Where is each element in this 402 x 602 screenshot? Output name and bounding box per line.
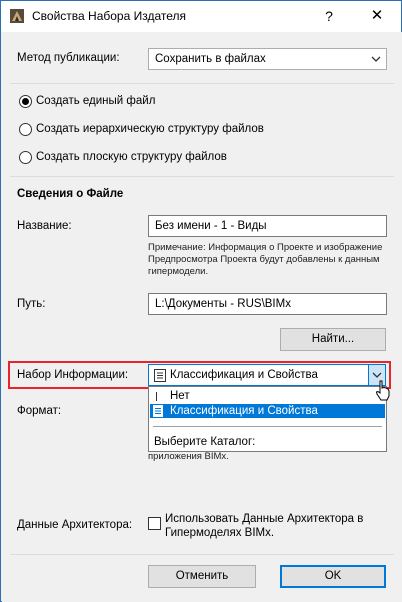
dropdown-item-none-label: Нет [170,390,190,402]
architect-data-text-line-2: Гипермоделях BIMx. [165,527,275,539]
dialog-content: Метод публикации: Сохранить в файлах Соз… [2,32,402,602]
radio-single-file[interactable] [19,95,32,108]
dropdown-item-catalog-label: Выберите Каталог: [154,436,256,448]
architect-data-label: Данные Архитектора: [17,519,133,531]
dropdown-separator [153,426,382,427]
path-label: Путь: [17,298,46,310]
note-line-2: Предпросмотра Проекта будут добавлены к … [148,254,380,265]
note-line-1: Примечание: Информация о Проекте и изобр… [148,242,383,253]
radio-flat[interactable] [19,151,32,164]
file-info-heading: Сведения о Файле [17,188,124,200]
architect-data-checkbox[interactable] [148,517,161,530]
divider [10,176,394,177]
find-button[interactable]: Найти... [280,328,386,351]
info-set-label: Набор Информации: [17,369,129,381]
radio-hierarchical-label: Создать иерархическую структуру файлов [36,123,264,135]
chevron-down-icon [371,56,381,62]
radio-flat-label: Создать плоскую структуру файлов [36,151,227,163]
name-field-box[interactable] [148,215,387,237]
none-marker-icon [156,392,157,401]
divider [10,83,394,84]
name-label: Название: [17,220,72,232]
dropdown-item-catalog[interactable]: Выберите Каталог: [150,435,385,449]
divider [10,554,394,555]
document-list-icon [154,369,166,382]
note-line-3: гипермодели. [148,266,209,277]
path-field[interactable] [149,294,386,314]
publish-method-select[interactable]: Сохранить в файлах [148,48,387,70]
info-set-dropdown-list: Нет Классификация и Свойства Выберите Ка… [148,386,387,452]
title-bar: Свойства Набора Издателя ? ✕ [1,1,401,32]
help-button[interactable]: ? [319,6,339,26]
publish-method-value: Сохранить в файлах [155,53,266,65]
format-label: Формат: [17,405,62,417]
cancel-button[interactable]: Отменить [148,565,256,588]
info-set-value: Классификация и Свойства [170,369,318,381]
dropdown-item-none[interactable]: Нет [150,389,385,403]
architect-data-text-line-1: Использовать Данные Архитектора в [165,513,364,525]
archicad-app-icon [10,9,24,23]
dialog-window: Свойства Набора Издателя ? ✕ Метод публи… [0,0,402,602]
format-note-tail: приложения BIMx. [148,451,229,462]
radio-hierarchical[interactable] [19,123,32,136]
dropdown-item-classification[interactable]: Классификация и Свойства [150,404,385,418]
info-set-select[interactable]: Классификация и Свойства [148,364,386,386]
name-field[interactable] [149,216,386,236]
dropdown-item-classification-label: Классификация и Свойства [170,405,318,417]
document-list-icon [153,405,163,417]
radio-single-file-label: Создать единый файл [36,95,156,107]
window-title: Свойства Набора Издателя [32,9,187,23]
mouse-cursor-icon [375,380,390,401]
close-button[interactable]: ✕ [365,6,389,26]
publish-method-label: Метод публикации: [17,52,120,64]
path-field-box[interactable] [148,293,387,315]
ok-button[interactable]: OK [280,565,386,588]
